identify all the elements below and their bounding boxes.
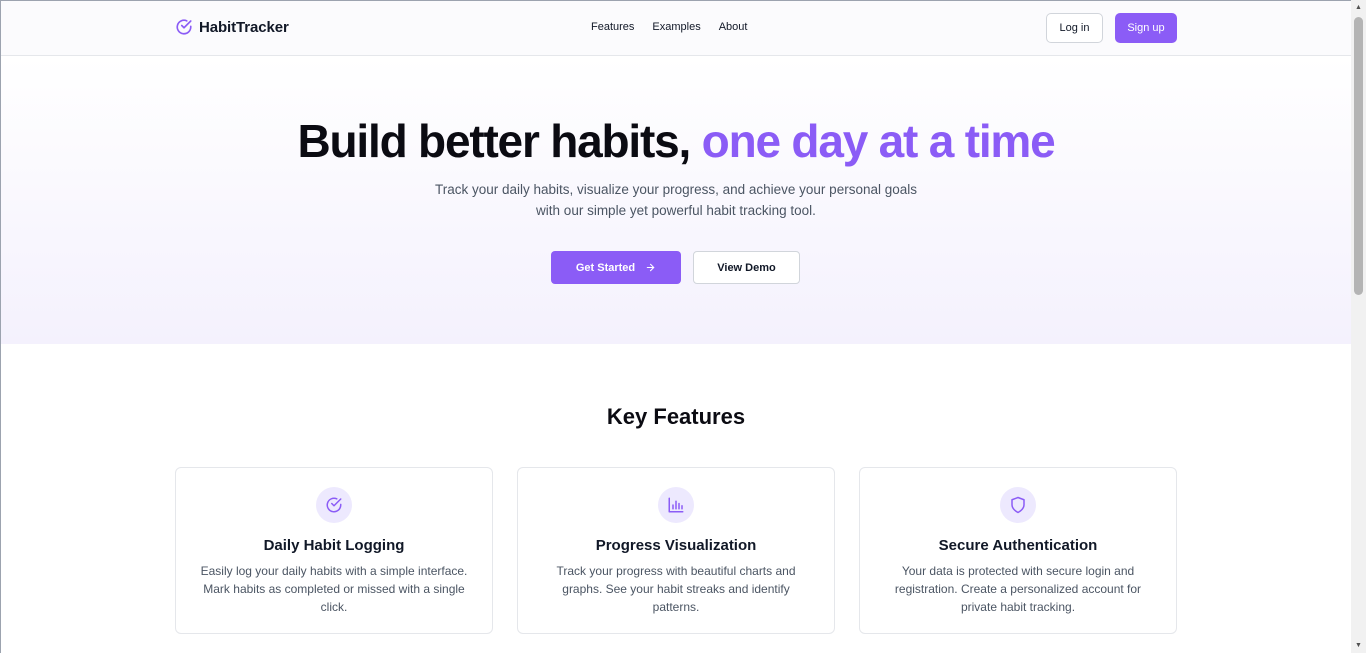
scroll-up-arrow-icon[interactable]: ▲ [1351,0,1366,15]
feature-title: Secure Authentication [938,537,1098,554]
hero-subtitle: Track your daily habits, visualize your … [435,182,917,218]
shield-icon [1011,496,1025,514]
hero-actions: Get Started View Demo [551,251,800,284]
scrollbar-thumb[interactable] [1354,17,1363,295]
get-started-label: Get Started [575,261,636,274]
brand-logo[interactable]: HabitTracker [175,18,289,36]
features-title: Key Features [606,404,746,429]
feature-description: Your data is protected with secure login… [894,564,1142,614]
vertical-scrollbar[interactable]: ▲ ▼ [1351,0,1366,653]
page-viewport: HabitTracker Features Examples About Log… [0,0,1351,653]
main-nav: Features Examples About [591,21,747,33]
nav-link-examples[interactable]: Examples [652,21,700,33]
view-demo-button[interactable]: View Demo [693,251,800,284]
site-header: HabitTracker Features Examples About Log… [1,1,1351,56]
feature-card-daily-logging: Daily Habit Logging Easily log your dail… [175,467,493,634]
nav-link-about[interactable]: About [719,21,748,33]
check-circle-icon [176,19,192,35]
hero-section: Build better habits, one day at a time T… [1,56,1351,344]
check-circle-icon [326,497,342,513]
feature-card-progress: Progress Visualization Track your progre… [517,467,835,634]
features-section: Key Features Daily Habit Logging Easily … [1,344,1351,653]
hero-title-accent: one day at a time [701,115,1056,167]
get-started-button[interactable]: Get Started [551,251,681,284]
feature-icon-badge [316,487,352,523]
signup-button[interactable]: Sign up [1115,13,1177,43]
hero-title-main: Build better habits, [297,115,691,167]
bar-chart-icon [668,497,684,513]
nav-link-features[interactable]: Features [591,21,634,33]
auth-actions: Log in Sign up [1046,13,1177,43]
feature-card-security: Secure Authentication Your data is prote… [859,467,1177,634]
feature-title: Daily Habit Logging [263,537,405,554]
hero-title: Build better habits, one day at a time [1,114,1351,168]
arrow-right-icon [646,263,655,272]
feature-icon-badge [658,487,694,523]
brand-name: HabitTracker [199,18,289,36]
feature-title: Progress Visualization [595,537,757,554]
feature-description: Easily log your daily habits with a simp… [200,564,468,614]
scroll-down-arrow-icon[interactable]: ▼ [1351,638,1366,653]
feature-description: Track your progress with beautiful chart… [556,564,796,614]
feature-icon-badge [1000,487,1036,523]
login-button[interactable]: Log in [1046,13,1103,43]
